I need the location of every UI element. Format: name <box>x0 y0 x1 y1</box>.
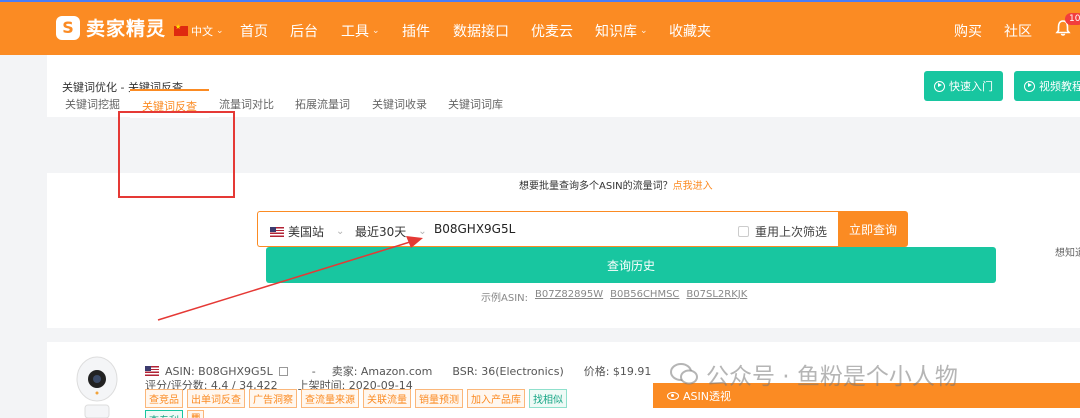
tag-order-keywords[interactable]: 出单词反查 <box>187 389 245 408</box>
video-tutorial-label: 视频教程 <box>1039 80 1080 93</box>
chevron-down-icon: ⌄ <box>640 26 648 36</box>
checkbox[interactable] <box>738 226 749 237</box>
tag-patent[interactable]: 查专利 <box>145 410 183 418</box>
play-icon <box>1024 80 1035 92</box>
query-button[interactable]: 立即查询 <box>838 211 908 247</box>
language-selector[interactable]: 中文 ⌄ <box>174 23 224 39</box>
more-icon[interactable]: ▦ <box>187 410 205 418</box>
external-link-icon[interactable] <box>278 366 288 376</box>
notification-badge: 10 <box>1065 13 1080 25</box>
chevron-down-icon: ⌄ <box>418 226 427 237</box>
sample-asin-link[interactable]: B07SL2RKJK <box>686 289 747 304</box>
quick-start-button[interactable]: 快速入门 <box>924 71 1003 101</box>
tab-traffic-compare[interactable]: 流量词对比 <box>219 96 274 112</box>
batch-hint: 想要批量查询多个ASIN的流量词？点我进入 <box>519 177 713 192</box>
date-range-select[interactable]: 最近30天 ⌄ <box>355 223 427 240</box>
nav-tools[interactable]: 工具 ⌄ <box>341 21 380 41</box>
chevron-down-icon: ⌄ <box>216 26 224 36</box>
tag-add-to-library[interactable]: 加入产品库 <box>467 389 525 408</box>
asin-input[interactable] <box>434 218 724 240</box>
tag-competitors[interactable]: 查竞品 <box>145 389 183 408</box>
tab-keyword-mining[interactable]: 关键词挖掘 <box>65 96 120 112</box>
china-flag-icon <box>174 23 188 36</box>
eye-icon <box>667 391 679 400</box>
quick-start-label: 快速入门 <box>949 80 993 93</box>
nav-data-api[interactable]: 数据接口 <box>453 21 509 41</box>
product-image[interactable] <box>73 355 121 418</box>
nav-tools-label: 工具 <box>341 24 369 40</box>
tag-find-similar[interactable]: 找相似 <box>529 389 567 408</box>
nav-backend[interactable]: 后台 <box>290 21 318 41</box>
nav-plugins[interactable]: 插件 <box>402 21 430 41</box>
sample-asin-link[interactable]: B0B56CHMSC <box>610 289 679 304</box>
us-flag-icon <box>270 226 284 237</box>
batch-hint-text: 想要批量查询多个ASIN的流量词？ <box>519 181 673 192</box>
date-range-value: 最近30天 <box>355 225 407 239</box>
reuse-filter-label: 重用上次筛选 <box>755 225 828 239</box>
sample-asin-link[interactable]: B07Z82895W <box>535 289 603 304</box>
product-price: 价格: $19.91 <box>583 365 652 378</box>
reuse-filter-checkbox[interactable]: 重用上次筛选 <box>738 223 827 240</box>
product-asin: ASIN: B08GHX9G5L <box>165 364 273 378</box>
highlight-box <box>118 111 235 198</box>
top-nav: S 卖家精灵 中文 ⌄ 首页 后台 工具⌄ 插件 数据接口 优麦云 知识库⌄ 收… <box>0 0 1080 55</box>
nav-knowledge-label: 知识库 <box>595 24 637 40</box>
tag-sales-forecast[interactable]: 销量预测 <box>415 389 463 408</box>
wechat-icon <box>670 363 698 385</box>
video-tutorial-button[interactable]: 视频教程 <box>1014 71 1080 101</box>
query-history-button[interactable]: 查询历史 <box>266 247 996 283</box>
logo-icon: S <box>56 15 80 40</box>
language-label: 中文 <box>191 25 213 38</box>
watermark-text: 公众号 · 鱼粉是个小人物 <box>706 364 958 390</box>
tab-expand-traffic[interactable]: 拓展流量词 <box>295 96 350 112</box>
nav-favorites[interactable]: 收藏夹 <box>669 21 711 41</box>
watermark: 公众号 · 鱼粉是个小人物 <box>670 357 958 391</box>
logo[interactable]: S 卖家精灵 <box>56 14 166 41</box>
tab-keyword-index[interactable]: 关键词收录 <box>372 96 427 112</box>
logo-text: 卖家精灵 <box>86 18 167 40</box>
nav-youmaiyun[interactable]: 优麦云 <box>531 21 573 41</box>
marketplace-select[interactable]: 美国站 ⌄ <box>270 223 344 240</box>
nav-community[interactable]: 社区 <box>1004 21 1032 41</box>
nav-knowledge[interactable]: 知识库 ⌄ <box>595 21 648 41</box>
product-action-tags: 查竞品 出单词反查 广告洞察 查流量来源 关联流量 销量预测 加入产品库 找相似 <box>145 389 567 408</box>
chevron-down-icon: ⌄ <box>336 226 345 237</box>
sample-asins: 示例ASIN: B07Z82895W B0B56CHMSC B07SL2RKJK <box>481 289 747 304</box>
product-bsr: BSR: 36(Electronics) <box>452 364 564 378</box>
tab-keyword-library[interactable]: 关键词词库 <box>448 96 503 112</box>
us-flag-icon <box>145 366 159 376</box>
nav-home[interactable]: 首页 <box>240 21 268 41</box>
product-seller-dash: - <box>311 364 316 378</box>
marketplace-value: 美国站 <box>288 225 325 239</box>
search-bar: 美国站 ⌄ 最近30天 ⌄ 重用上次筛选 <box>257 211 838 247</box>
play-icon <box>934 80 945 92</box>
nav-buy[interactable]: 购买 <box>954 21 982 41</box>
batch-hint-link[interactable]: 点我进入 <box>673 181 713 192</box>
product-action-tags-2: 查专利 ▦ <box>145 410 205 418</box>
chevron-down-icon: ⌄ <box>372 26 380 36</box>
side-hint: 想知道 <box>1055 248 1080 259</box>
tag-ad-insight[interactable]: 广告洞察 <box>249 389 297 408</box>
sample-label: 示例ASIN: <box>481 293 528 304</box>
tag-related-traffic[interactable]: 关联流量 <box>363 389 411 408</box>
tag-traffic-source[interactable]: 查流量来源 <box>301 389 359 408</box>
